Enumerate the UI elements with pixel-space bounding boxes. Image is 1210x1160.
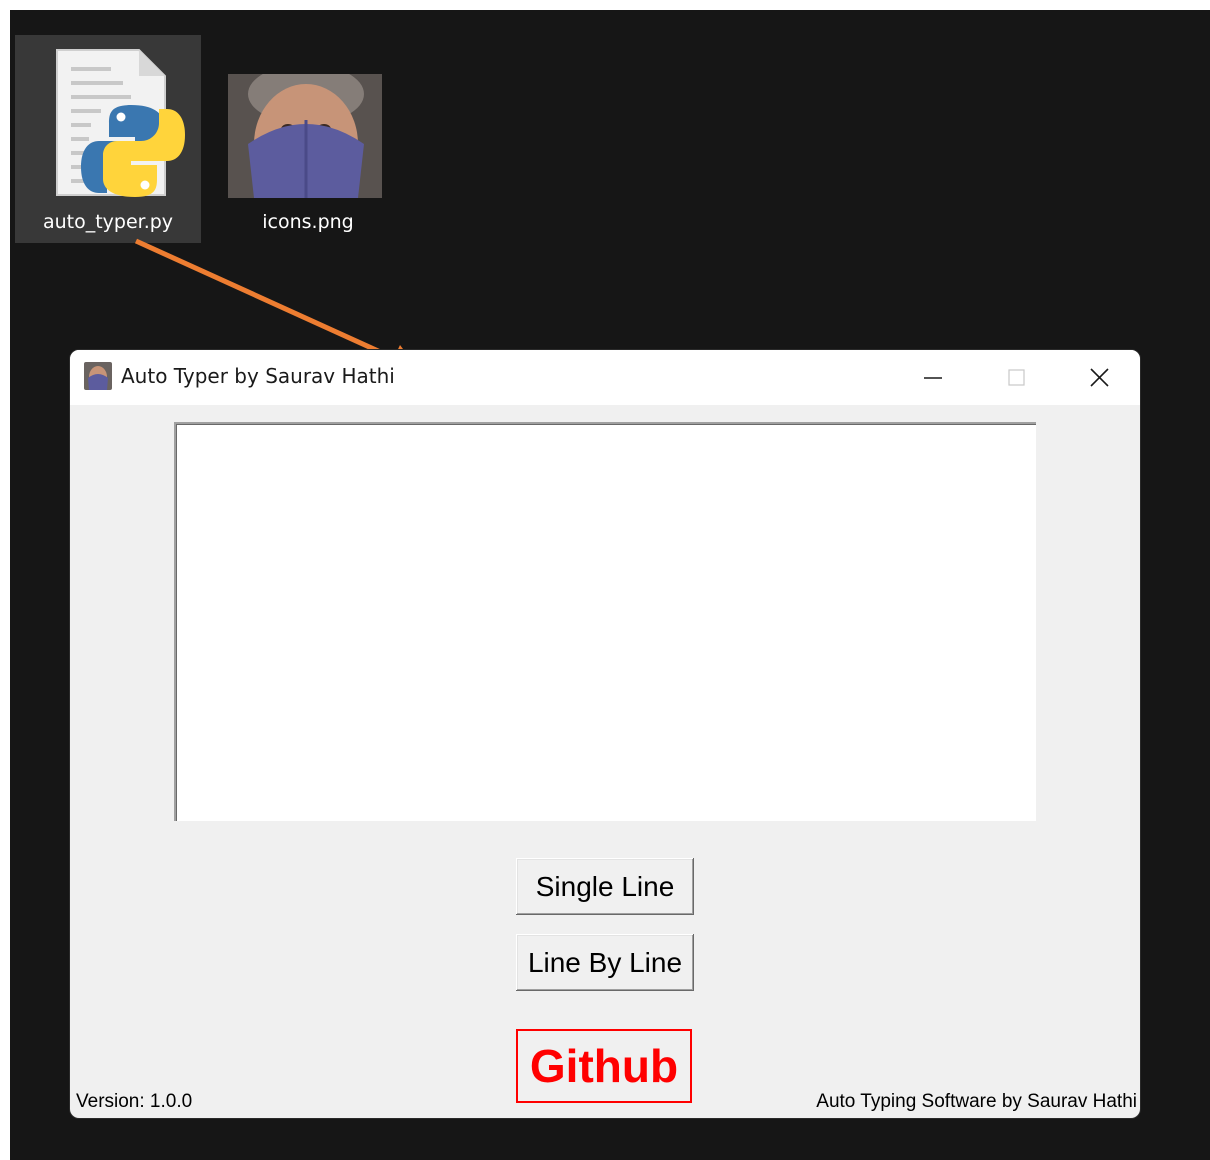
desktop-icon-label: auto_typer.py	[42, 211, 174, 233]
window-title: Auto Typer by Saurav Hathi	[121, 364, 395, 388]
desktop-icon-auto-typer-py[interactable]: auto_typer.py	[15, 35, 201, 243]
maximize-button[interactable]	[982, 350, 1052, 405]
minimize-icon	[924, 377, 942, 379]
maximize-icon	[1008, 369, 1025, 386]
line-by-line-button[interactable]: Line By Line	[516, 934, 694, 991]
text-input-area[interactable]	[174, 422, 1036, 821]
single-line-button[interactable]: Single Line	[516, 858, 694, 915]
image-thumbnail-icon	[228, 74, 382, 198]
desktop: auto_typer.py icons.png Auto Typer by Sa…	[10, 10, 1210, 1160]
python-file-icon	[56, 49, 185, 197]
title-bar[interactable]: Auto Typer by Saurav Hathi	[70, 350, 1140, 405]
desktop-icon-icons-png[interactable]: icons.png	[215, 35, 401, 243]
app-icon	[84, 362, 112, 390]
footer-credit: Auto Typing Software by Saurav Hathi	[816, 1091, 1137, 1112]
desktop-icon-label: icons.png	[262, 211, 354, 233]
version-label: Version: 1.0.0	[76, 1091, 193, 1112]
close-button[interactable]	[1065, 350, 1135, 405]
github-link-button[interactable]: Github	[516, 1029, 692, 1103]
close-icon	[1090, 368, 1109, 387]
minimize-button[interactable]	[898, 350, 968, 405]
app-window: Auto Typer by Saurav Hathi Single Line L…	[70, 350, 1140, 1118]
